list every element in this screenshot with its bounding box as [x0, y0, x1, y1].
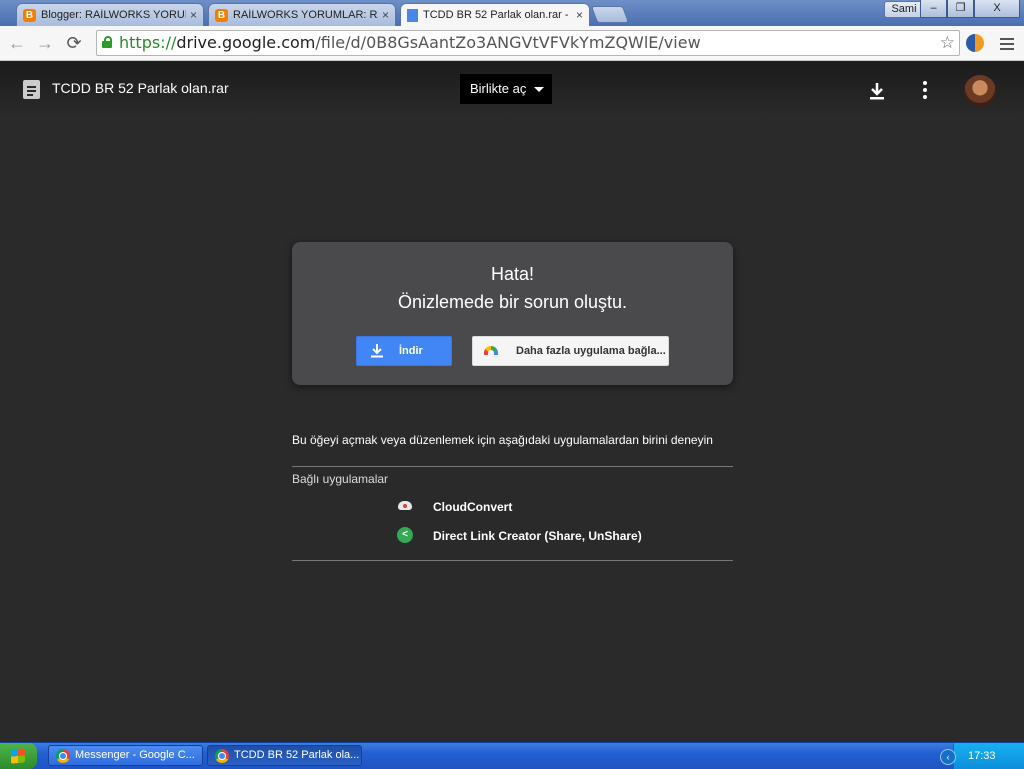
divider [292, 560, 733, 561]
taskbar-item-label: Messenger - Google C... [75, 749, 195, 761]
cloudconvert-icon [398, 501, 412, 510]
minimize-button[interactable]: – [920, 0, 947, 18]
app-name: Direct Link Creator (Share, UnShare) [433, 529, 642, 543]
tab-drive-file[interactable]: TCDD BR 52 Parlak olan.rar - × [400, 3, 590, 26]
connected-apps-heading: Bağlı uygulamalar [292, 472, 389, 486]
browser-toolbar: ← → ⟳ https://drive.google.com/file/d/0B… [0, 26, 1024, 61]
file-title: TCDD BR 52 Parlak olan.rar [52, 80, 229, 96]
window-controls: – ❐ X [920, 0, 1020, 18]
tab-railworks[interactable]: B RAİLWORKS YORUMLAR: RA × [208, 3, 396, 26]
forward-arrow-icon[interactable]: → [35, 33, 55, 53]
tab-close-icon[interactable]: × [382, 8, 389, 22]
open-with-label: Birlikte aç [470, 81, 527, 96]
clock[interactable]: 17:33 [968, 743, 996, 769]
start-button[interactable] [0, 743, 37, 769]
tab-title: TCDD BR 52 Parlak olan.rar - [423, 9, 569, 21]
tab-close-icon[interactable]: × [190, 8, 197, 22]
avatar[interactable] [964, 75, 996, 107]
chrome-icon [215, 749, 229, 763]
lock-icon [102, 36, 112, 48]
error-message: Önizlemede bir sorun oluştu. [397, 292, 628, 312]
profile-button[interactable]: Sami [884, 1, 924, 18]
taskbar: Messenger - Google C... TCDD BR 52 Parla… [0, 742, 1024, 769]
url-text: https://drive.google.com/file/d/0B8GsAan… [119, 33, 701, 52]
extension-icon[interactable] [966, 34, 984, 52]
file-type-icon [23, 80, 40, 99]
windows-logo-icon [11, 748, 25, 764]
tab-close-icon[interactable]: × [576, 8, 583, 22]
connect-apps-icon [484, 346, 498, 355]
back-arrow-icon[interactable]: ← [7, 33, 27, 53]
tab-strip: B Blogger: RAİLWORKS YORUM × B RAİLWORKS… [0, 0, 1024, 26]
suggestion-text: Bu öğeyi açmak veya düzenlemek için aşağ… [292, 433, 713, 447]
drive-file-icon [407, 8, 418, 22]
taskbar-item-messenger[interactable]: Messenger - Google C... [48, 745, 203, 766]
error-title: Hata! [490, 264, 535, 284]
bookmark-star-icon[interactable]: ☆ [940, 31, 955, 55]
address-bar[interactable]: https://drive.google.com/file/d/0B8GsAan… [96, 30, 960, 56]
blogger-icon: B [215, 8, 228, 22]
divider [292, 466, 733, 467]
chrome-menu-icon[interactable] [1000, 35, 1014, 53]
taskbar-item-drive[interactable]: TCDD BR 52 Parlak ola... [207, 745, 362, 766]
tab-title: Blogger: RAİLWORKS YORUM [41, 9, 186, 21]
dropdown-caret-icon [534, 87, 544, 92]
download-button[interactable]: İndir [356, 336, 452, 366]
blogger-icon: B [23, 8, 36, 22]
share-icon: < [397, 527, 413, 543]
drive-viewer: TCDD BR 52 Parlak olan.rar Birlikte aç H… [0, 61, 1024, 742]
reload-icon[interactable]: ⟳ [64, 33, 84, 53]
system-tray: ‹ 17:33 [940, 743, 1024, 769]
tab-blogger[interactable]: B Blogger: RAİLWORKS YORUM × [16, 3, 204, 26]
more-options-icon[interactable] [921, 81, 929, 101]
download-label: İndir [399, 345, 423, 357]
tab-title: RAİLWORKS YORUMLAR: RA [233, 9, 378, 21]
restore-button[interactable]: ❐ [947, 0, 974, 18]
new-tab-button[interactable] [590, 6, 630, 23]
preview-error-card: Hata! Önizlemede bir sorun oluştu. İndir… [292, 242, 733, 385]
viewer-header: TCDD BR 52 Parlak olan.rar Birlikte aç [0, 61, 1024, 117]
connect-more-apps-label: Daha fazla uygulama bağla... [516, 345, 666, 357]
chrome-icon [56, 749, 70, 763]
taskbar-item-label: TCDD BR 52 Parlak ola... [234, 749, 360, 761]
download-icon [371, 344, 383, 358]
open-with-button[interactable]: Birlikte aç [460, 74, 552, 104]
tray-expand-icon[interactable]: ‹ [940, 749, 956, 765]
connect-more-apps-button[interactable]: Daha fazla uygulama bağla... [472, 336, 669, 366]
app-name: CloudConvert [433, 500, 513, 514]
close-window-button[interactable]: X [974, 0, 1020, 18]
download-icon[interactable] [866, 81, 888, 101]
